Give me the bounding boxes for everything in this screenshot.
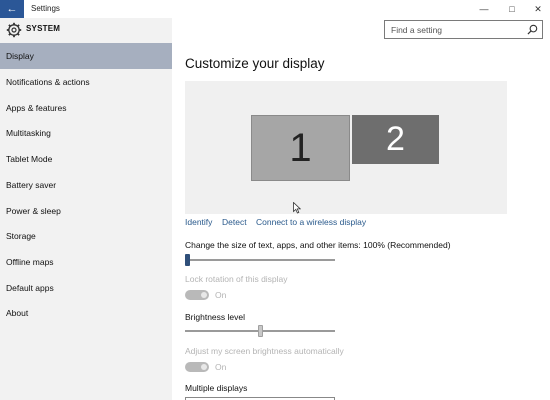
mouse-cursor-icon [293, 202, 301, 214]
minimize-button[interactable]: — [472, 0, 496, 18]
sidebar-item-label: Offline maps [6, 257, 54, 267]
sidebar-item-tablet-mode[interactable]: Tablet Mode [0, 146, 172, 172]
minimize-icon: — [479, 4, 489, 14]
lock-rotation-toggle[interactable] [185, 290, 209, 300]
sidebar-item-storage[interactable]: Storage [0, 223, 172, 249]
search-icon[interactable] [527, 24, 538, 35]
sidebar-header: SYSTEM [0, 18, 172, 42]
slider-thumb[interactable] [257, 325, 263, 337]
sidebar-item-display[interactable]: Display [0, 43, 172, 69]
sidebar-item-label: Display [6, 51, 34, 61]
sidebar-item-label: About [6, 308, 29, 318]
sidebar-item-multitasking[interactable]: Multitasking [0, 120, 172, 146]
page-title: Customize your display [185, 56, 325, 71]
sidebar-item-label: Apps & features [6, 103, 67, 113]
title-bar: ← Settings — □ ✕ [0, 0, 550, 18]
slider-track [185, 259, 335, 261]
sidebar: SYSTEM Display Notifications & actions A… [0, 18, 172, 400]
monitor-arrangement[interactable]: 1 2 [185, 81, 507, 214]
back-button[interactable]: ← [0, 0, 24, 18]
brightness-label: Brightness level [185, 312, 246, 322]
sidebar-item-apps[interactable]: Apps & features [0, 95, 172, 121]
maximize-button[interactable]: □ [500, 0, 524, 18]
scale-label: Change the size of text, apps, and other… [185, 240, 451, 250]
sidebar-item-power-sleep[interactable]: Power & sleep [0, 198, 172, 224]
sidebar-item-about[interactable]: About [0, 300, 172, 326]
close-button[interactable]: ✕ [526, 0, 550, 18]
sidebar-item-label: Default apps [6, 283, 54, 293]
window-title: Settings [31, 4, 60, 13]
sidebar-item-battery-saver[interactable]: Battery saver [0, 172, 172, 198]
detect-link[interactable]: Detect [222, 217, 247, 227]
slider-thumb[interactable] [185, 254, 190, 266]
brightness-slider[interactable] [185, 325, 335, 337]
identify-link[interactable]: Identify [185, 217, 212, 227]
wireless-display-link[interactable]: Connect to a wireless display [256, 217, 366, 227]
monitor-number: 1 [289, 126, 312, 170]
scale-slider[interactable] [185, 254, 335, 266]
lock-rotation-label: Lock rotation of this display [185, 274, 288, 284]
sidebar-item-default-apps[interactable]: Default apps [0, 275, 172, 301]
sidebar-item-label: Power & sleep [6, 206, 61, 216]
auto-brightness-label: Adjust my screen brightness automaticall… [185, 346, 344, 356]
sidebar-title: SYSTEM [26, 24, 61, 33]
maximize-icon: □ [509, 4, 515, 14]
sidebar-item-offline-maps[interactable]: Offline maps [0, 249, 172, 275]
close-icon: ✕ [534, 4, 542, 14]
search-input[interactable] [385, 21, 525, 38]
gear-icon [6, 22, 22, 38]
sidebar-item-notifications[interactable]: Notifications & actions [0, 69, 172, 95]
toggle-knob [201, 364, 207, 370]
back-arrow-icon: ← [6, 3, 18, 15]
multiple-displays-label: Multiple displays [185, 383, 248, 393]
sidebar-item-label: Tablet Mode [6, 154, 53, 164]
auto-brightness-state: On [215, 362, 227, 372]
search-box[interactable] [384, 20, 543, 39]
sidebar-item-label: Storage [6, 231, 36, 241]
monitor-2[interactable]: 2 [352, 115, 439, 164]
monitor-1[interactable]: 1 [251, 115, 350, 181]
lock-rotation-state: On [215, 290, 227, 300]
sidebar-item-label: Battery saver [6, 180, 57, 190]
sidebar-item-label: Notifications & actions [6, 77, 90, 87]
monitor-number: 2 [386, 120, 405, 158]
toggle-knob [201, 292, 207, 298]
auto-brightness-toggle[interactable] [185, 362, 209, 372]
sidebar-item-label: Multitasking [6, 128, 51, 138]
